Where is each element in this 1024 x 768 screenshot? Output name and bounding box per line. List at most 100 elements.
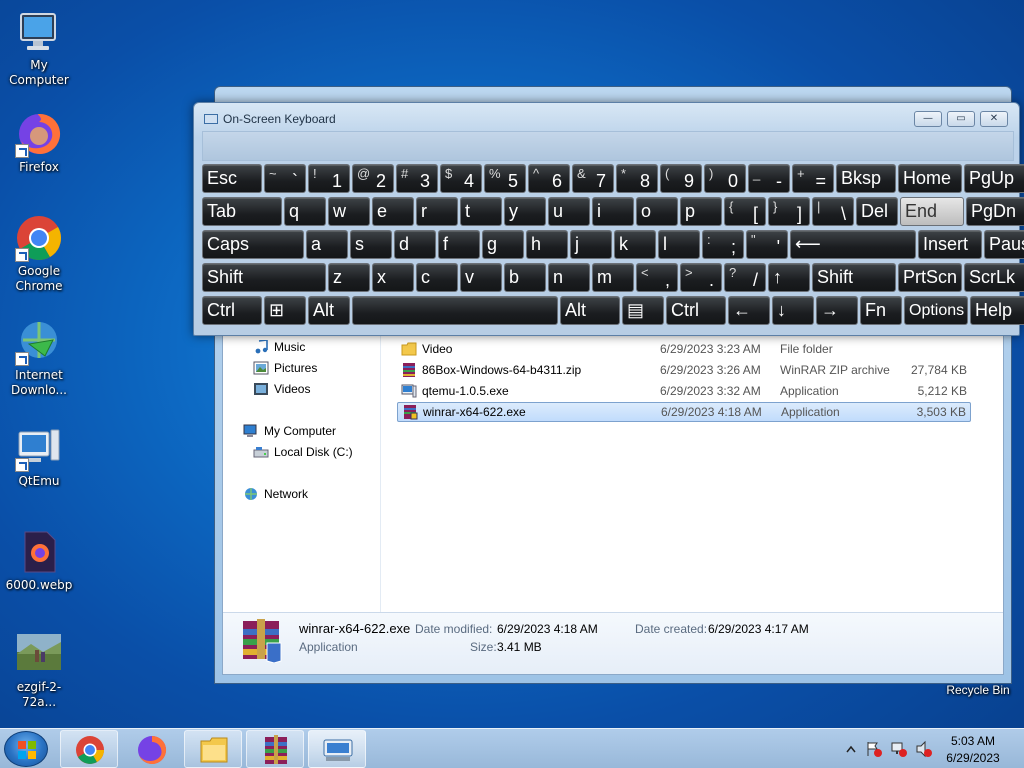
desktop-icon-internet-download-manager[interactable]: Internet Downlo... — [0, 318, 78, 398]
key-sym3-10[interactable]: ? / — [724, 263, 766, 292]
key-sym2-11[interactable]: " ' — [746, 230, 788, 259]
key-sym1-11[interactable]: {[ — [724, 197, 766, 226]
key-home[interactable]: Home — [898, 164, 962, 193]
key-e[interactable]: e — [372, 197, 414, 226]
key-end[interactable]: End — [900, 197, 964, 226]
action-center-flag-icon[interactable] — [865, 740, 883, 758]
key-8[interactable]: * 8 — [616, 164, 658, 193]
key-m[interactable]: m — [592, 263, 634, 292]
key-pgup[interactable]: PgUp — [964, 164, 1024, 193]
key-v[interactable]: v — [460, 263, 502, 292]
nav-item-music[interactable]: Music — [253, 340, 305, 354]
volume-muted-icon[interactable] — [915, 740, 933, 758]
file-row[interactable]: Video 6/29/2023 3:23 AM File folder — [397, 339, 971, 359]
key-ctrl[interactable]: Ctrl — [666, 296, 726, 325]
key-help[interactable]: Help — [970, 296, 1024, 325]
key-sym1-12[interactable]: }] — [768, 197, 810, 226]
desktop-icon-google-chrome[interactable]: Google Chrome — [0, 214, 78, 294]
key-alt[interactable]: Alt — [308, 296, 350, 325]
key-bksp[interactable]: Bksp — [836, 164, 896, 193]
taskbar-firefox[interactable] — [122, 730, 180, 768]
close-button[interactable]: ✕ — [980, 111, 1008, 127]
key-6[interactable]: ^ 6 — [528, 164, 570, 193]
key-4[interactable]: $4 — [440, 164, 482, 193]
key-sym3-11[interactable]: ↑ — [768, 263, 810, 292]
key-w[interactable]: w — [328, 197, 370, 226]
key-o[interactable]: o — [636, 197, 678, 226]
key-options[interactable]: Options — [904, 296, 968, 325]
key-p[interactable]: p — [680, 197, 722, 226]
key-x[interactable]: x — [372, 263, 414, 292]
key-k[interactable]: k — [614, 230, 656, 259]
key-ctrl[interactable]: Ctrl — [202, 296, 262, 325]
key-insert[interactable]: Insert — [918, 230, 982, 259]
key-n[interactable]: n — [548, 263, 590, 292]
desktop-icon-qtemu[interactable]: QtEmu — [0, 424, 78, 489]
key-sym0-1[interactable]: ~ ` — [264, 164, 306, 193]
clock-date[interactable]: 6/29/2023 — [940, 751, 1006, 765]
network-status-icon[interactable] — [890, 740, 908, 758]
key-pgdn[interactable]: PgDn — [966, 197, 1024, 226]
key-sym1-13[interactable]: | \ — [812, 197, 854, 226]
key-shift[interactable]: Shift — [812, 263, 896, 292]
key-key[interactable] — [352, 296, 558, 325]
nav-item-local-disk[interactable]: Local Disk (C:) — [253, 445, 353, 459]
file-row[interactable]: 86Box-Windows-64-b4311.zip 6/29/2023 3:2… — [397, 360, 971, 380]
key-scrlk[interactable]: ScrLk — [964, 263, 1024, 292]
key-g[interactable]: g — [482, 230, 524, 259]
desktop-icon-ezgif[interactable]: ezgif-2-72a... — [0, 630, 78, 710]
show-hidden-icons-icon[interactable] — [845, 744, 857, 754]
key-b[interactable]: b — [504, 263, 546, 292]
desktop-icon-6000-webp[interactable]: 6000.webp — [0, 528, 78, 593]
key-esc[interactable]: Esc — [202, 164, 262, 193]
nav-item-my-computer[interactable]: My Computer — [243, 424, 336, 438]
key-i[interactable]: i — [592, 197, 634, 226]
desktop-icon-my-computer[interactable]: My Computer — [0, 8, 78, 88]
start-button[interactable] — [4, 731, 48, 767]
key-7[interactable]: & 7 — [572, 164, 614, 193]
key-pause[interactable]: Pause — [984, 230, 1024, 259]
key-y[interactable]: y — [504, 197, 546, 226]
key-a[interactable]: a — [306, 230, 348, 259]
key-5[interactable]: % 5 — [484, 164, 526, 193]
clock-time[interactable]: 5:03 AM — [940, 734, 1006, 748]
key-u[interactable]: u — [548, 197, 590, 226]
key-sym3-8[interactable]: <, — [636, 263, 678, 292]
key-h[interactable]: h — [526, 230, 568, 259]
recycle-bin-label[interactable]: Recycle Bin — [938, 683, 1018, 697]
key-j[interactable]: j — [570, 230, 612, 259]
nav-item-videos[interactable]: Videos — [253, 382, 310, 396]
key-f[interactable]: f — [438, 230, 480, 259]
key-9[interactable]: (9 — [660, 164, 702, 193]
key-3[interactable]: #3 — [396, 164, 438, 193]
key-fn[interactable]: Fn — [860, 296, 902, 325]
key-r[interactable]: r — [416, 197, 458, 226]
taskbar-winrar[interactable] — [246, 730, 304, 768]
key-sym4-8[interactable]: ↓ — [772, 296, 814, 325]
key-sym4-7[interactable]: ← — [728, 296, 770, 325]
key-sym2-12[interactable]: ⟵ — [790, 230, 916, 259]
key-sym4-9[interactable]: → — [816, 296, 858, 325]
key-prtscn[interactable]: PrtScn — [898, 263, 962, 292]
minimize-button[interactable]: — — [914, 111, 942, 127]
key-q[interactable]: q — [284, 197, 326, 226]
file-row[interactable]: qtemu-1.0.5.exe 6/29/2023 3:32 AM Applic… — [397, 381, 971, 401]
key-del[interactable]: Del — [856, 197, 898, 226]
key-shift[interactable]: Shift — [202, 263, 326, 292]
key-z[interactable]: z — [328, 263, 370, 292]
key-caps[interactable]: Caps — [202, 230, 304, 259]
taskbar-on-screen-keyboard[interactable] — [308, 730, 366, 768]
key-d[interactable]: d — [394, 230, 436, 259]
desktop-icon-firefox[interactable]: Firefox — [0, 110, 78, 175]
taskbar-chrome[interactable] — [60, 730, 118, 768]
key-2[interactable]: @2 — [352, 164, 394, 193]
key-1[interactable]: ! 1 — [308, 164, 350, 193]
key-t[interactable]: t — [460, 197, 502, 226]
nav-item-network[interactable]: Network — [243, 487, 308, 501]
on-screen-keyboard-window[interactable]: On-Screen Keyboard — ▭ ✕ Esc ~ `! 1 @2 #3 $4% 5… — [193, 102, 1024, 336]
maximize-button[interactable]: ▭ — [947, 111, 975, 127]
file-row-selected[interactable]: winrar-x64-622.exe 6/29/2023 4:18 AM App… — [397, 402, 971, 422]
taskbar-explorer[interactable] — [184, 730, 242, 768]
key-s[interactable]: s — [350, 230, 392, 259]
key-tab[interactable]: Tab — [202, 197, 282, 226]
